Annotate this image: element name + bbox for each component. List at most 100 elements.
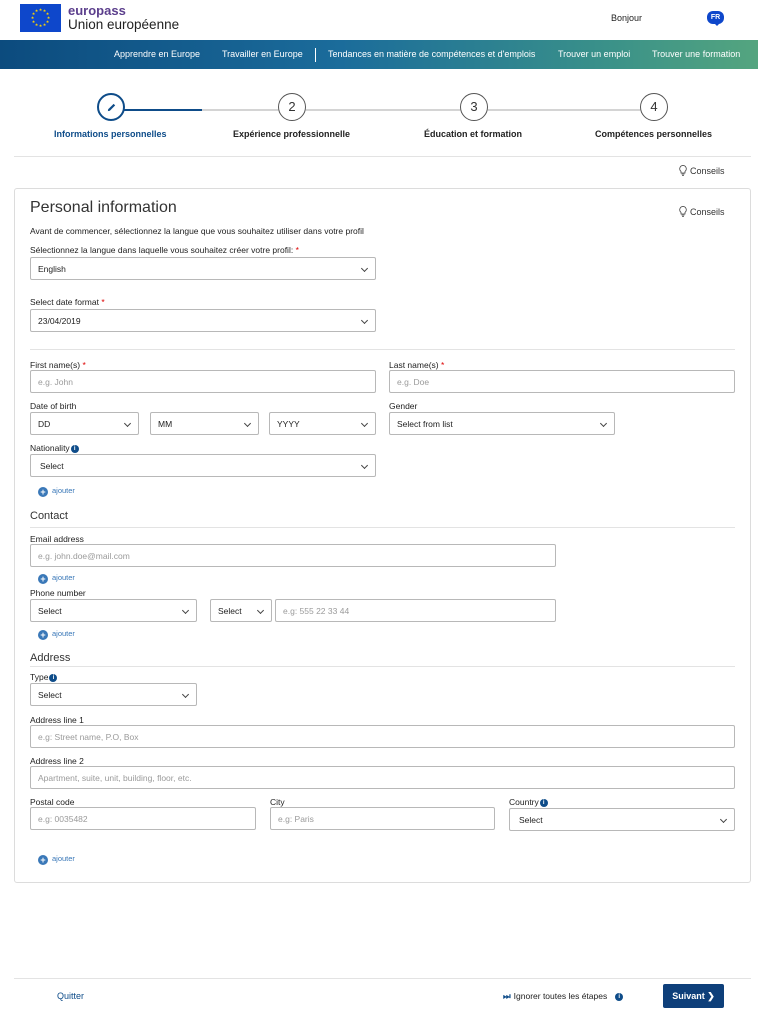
- postal-code-input[interactable]: e.g: 0035482: [30, 807, 256, 830]
- dob-year-select[interactable]: YYYY: [269, 412, 376, 435]
- chevron-down-icon: [719, 815, 728, 824]
- first-name-label: First name(s) *: [30, 360, 86, 370]
- svg-text:★: ★: [35, 22, 39, 27]
- top-header: ★ ★ ★ ★ ★ ★ ★ ★ ★ ★ ★ ★ europass Union européenn…: [0, 0, 758, 40]
- postal-code-placeholder: e.g: 0035482: [38, 814, 88, 824]
- postal-code-label: Postal code: [30, 797, 75, 807]
- step-connector: [488, 109, 640, 111]
- country-value: Select: [519, 815, 543, 825]
- step-1-label[interactable]: Informations personnelles: [54, 129, 167, 139]
- first-name-input[interactable]: e.g. John: [30, 370, 376, 393]
- step-1-circle[interactable]: [97, 93, 125, 121]
- info-icon[interactable]: i: [615, 993, 624, 1001]
- step-connector: [202, 109, 278, 111]
- info-icon[interactable]: i: [539, 799, 548, 807]
- nationality-select[interactable]: Select: [30, 454, 376, 477]
- step-3-circle[interactable]: 3: [460, 93, 488, 121]
- tips-link[interactable]: Conseils: [679, 206, 725, 217]
- gender-label: Gender: [389, 401, 418, 411]
- svg-text:★: ★: [43, 22, 47, 27]
- lightbulb-icon: [679, 165, 687, 176]
- language-label: Sélectionnez la langue dans laquelle vou…: [30, 245, 299, 255]
- tips-label: Conseils: [690, 207, 725, 217]
- add-email-button[interactable]: + ajouter: [38, 573, 75, 584]
- user-greeting[interactable]: Bonjour: [611, 13, 642, 23]
- step-connector: [306, 109, 460, 111]
- chevron-down-icon: [243, 419, 252, 428]
- country-select[interactable]: Select: [509, 808, 735, 831]
- nav-item-find-job[interactable]: Trouver un emploi: [558, 40, 630, 69]
- phone-number-input[interactable]: e.g: 555 22 33 44: [275, 599, 556, 622]
- divider: [30, 349, 735, 350]
- chevron-down-icon: [360, 264, 369, 273]
- language-select[interactable]: English: [30, 257, 376, 280]
- nav-item-trends[interactable]: Tendances en matière de compétences et d…: [328, 40, 535, 69]
- date-format-select[interactable]: 23/04/2019: [30, 309, 376, 332]
- address-line1-input[interactable]: e.g: Street name, P.O, Box: [30, 725, 735, 748]
- next-button[interactable]: Suivant ❯: [663, 984, 724, 1008]
- divider: [30, 666, 735, 667]
- main-navigation: Apprendre en Europe Travailler en Europe…: [0, 40, 758, 69]
- city-input[interactable]: e.g: Paris: [270, 807, 495, 830]
- add-address-button[interactable]: + ajouter: [38, 854, 75, 865]
- quit-link[interactable]: Quitter: [57, 991, 84, 1001]
- chevron-down-icon: [599, 419, 608, 428]
- dob-month-select[interactable]: MM: [150, 412, 259, 435]
- plus-circle-icon: +: [38, 630, 48, 640]
- skip-all-steps-link[interactable]: ⏭ Ignorer toutes les étapes i: [503, 991, 624, 1002]
- pencil-icon: [107, 103, 115, 112]
- step-2-label[interactable]: Expérience professionnelle: [233, 129, 350, 139]
- nav-item-find-training[interactable]: Trouver une formation: [652, 40, 740, 69]
- language-switch-button[interactable]: FR: [707, 11, 724, 26]
- add-nationality-button[interactable]: + ajouter: [38, 486, 75, 497]
- email-placeholder: e.g. john.doe@mail.com: [38, 551, 130, 561]
- last-name-input[interactable]: e.g. Doe: [389, 370, 735, 393]
- eu-flag-icon[interactable]: ★ ★ ★ ★ ★ ★ ★ ★ ★ ★ ★ ★: [20, 4, 61, 32]
- step-4-label[interactable]: Compétences personnelles: [595, 129, 712, 139]
- divider: [14, 156, 751, 157]
- plus-circle-icon: +: [38, 855, 48, 865]
- address-line2-input[interactable]: Apartment, suite, unit, building, floor,…: [30, 766, 735, 789]
- step-4-circle[interactable]: 4: [640, 93, 668, 121]
- dob-day-select[interactable]: DD: [30, 412, 139, 435]
- nav-item-work[interactable]: Travailler en Europe: [222, 40, 303, 69]
- gender-select[interactable]: Select from list: [389, 412, 615, 435]
- brand-subtitle: Union européenne: [68, 17, 180, 32]
- tips-link-top[interactable]: Conseils: [679, 165, 725, 176]
- address-line1-label: Address line 1: [30, 715, 84, 725]
- email-label: Email address: [30, 534, 84, 544]
- dob-year-value: YYYY: [277, 419, 300, 429]
- add-phone-button[interactable]: + ajouter: [38, 629, 75, 640]
- address-type-label: Type i: [30, 672, 58, 682]
- chevron-down-icon: [123, 419, 132, 428]
- brand-name[interactable]: europass: [68, 3, 126, 18]
- fast-forward-icon: ⏭: [503, 991, 511, 1001]
- address-type-value: Select: [38, 690, 62, 700]
- city-placeholder: e.g: Paris: [278, 814, 314, 824]
- phone-type-select[interactable]: Select: [30, 599, 197, 622]
- dob-day-value: DD: [38, 419, 51, 429]
- footer-divider: [14, 978, 751, 979]
- date-format-label: Select date format *: [30, 297, 105, 307]
- phone-code-select[interactable]: Select: [210, 599, 272, 622]
- nav-item-learn[interactable]: Apprendre en Europe: [114, 40, 200, 69]
- address-line2-label: Address line 2: [30, 756, 84, 766]
- chevron-down-icon: [256, 606, 265, 615]
- language-select-value: English: [38, 264, 66, 274]
- tips-label: Conseils: [690, 166, 725, 176]
- phone-label: Phone number: [30, 588, 86, 598]
- gender-value: Select from list: [397, 419, 453, 429]
- step-3-label[interactable]: Éducation et formation: [424, 129, 522, 139]
- info-icon[interactable]: i: [70, 445, 79, 453]
- step-2-circle[interactable]: 2: [278, 93, 306, 121]
- contact-section-title: Contact: [30, 510, 68, 522]
- address-type-select[interactable]: Select: [30, 683, 197, 706]
- chevron-down-icon: [360, 316, 369, 325]
- address-section-title: Address: [30, 652, 71, 664]
- first-name-placeholder: e.g. John: [38, 377, 73, 387]
- city-label: City: [270, 797, 285, 807]
- info-icon[interactable]: i: [49, 674, 58, 682]
- lightbulb-icon: [679, 206, 687, 217]
- svg-text:★: ★: [35, 8, 39, 13]
- email-input[interactable]: e.g. john.doe@mail.com: [30, 544, 556, 567]
